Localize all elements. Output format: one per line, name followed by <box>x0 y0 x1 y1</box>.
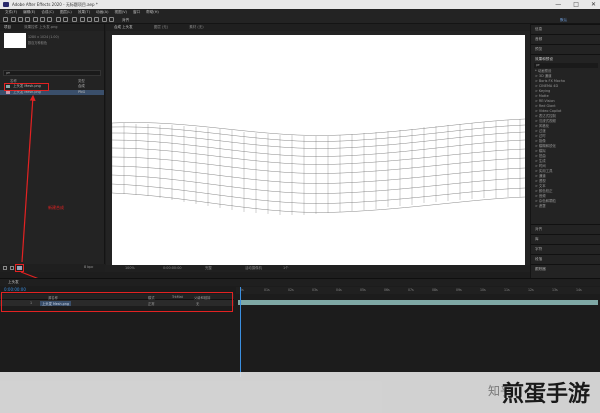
current-time[interactable]: 0:00:00:00 <box>163 265 182 272</box>
ruler-mark: 06s <box>384 288 390 292</box>
panel-effects-presets[interactable]: 效果和预设 <box>531 54 600 62</box>
arrow-to-project-item <box>21 94 36 263</box>
panel-align[interactable]: 对齐 <box>531 224 600 232</box>
ruler-mark: 03s <box>312 288 318 292</box>
panel-paragraph[interactable]: 段落 <box>531 254 600 262</box>
right-panels: 信息 音频 预览 效果和预设 ρ▾ * 动画预设 > 3D 通道 > Boris… <box>530 24 600 278</box>
composition-canvas[interactable] <box>111 35 526 265</box>
panel-character[interactable]: 字符 <box>531 244 600 252</box>
ruler-mark: 13s <box>552 288 558 292</box>
panel-tracker[interactable]: 跟踪器 <box>531 264 600 272</box>
ruler-mark: 02s <box>288 288 294 292</box>
tab-timeline-comp[interactable]: 上头发 <box>8 280 19 285</box>
ruler-mark: 11s <box>504 288 510 292</box>
ruler-mark: 10s <box>480 288 486 292</box>
panel-audio[interactable]: 音频 <box>531 34 600 42</box>
ruler-mark: 09s <box>456 288 462 292</box>
ruler-mark: 04s <box>336 288 342 292</box>
ruler-mark: 12s <box>528 288 534 292</box>
timeline-tabs: 上头发 <box>0 278 600 286</box>
highlight-layer-area <box>1 292 233 312</box>
views-select[interactable]: 1个 <box>283 265 289 272</box>
camera-select[interactable]: 活动摄像机 <box>245 265 262 272</box>
resolution-select[interactable]: 完整 <box>205 265 212 272</box>
ruler-mark: 01s <box>264 288 270 292</box>
watermark-large: 煎蛋手游 <box>502 382 591 407</box>
zoom-level[interactable]: 100% <box>125 265 135 272</box>
playhead[interactable] <box>240 287 241 377</box>
ruler-mark: 07s <box>408 288 414 292</box>
layer-duration-bar[interactable] <box>238 300 598 305</box>
viewer-tabs: 合成 上头发 图层 (无) 素材 (无) <box>106 24 530 31</box>
viewer-controls: 100% 0:00:00:00 完整 活动摄像机 1个 <box>105 265 530 272</box>
panel-preview[interactable]: 预览 <box>531 44 600 52</box>
tab-footage[interactable]: 素材 (无) <box>169 25 203 29</box>
panel-libraries[interactable]: 库 <box>531 234 600 242</box>
time-ruler[interactable]: 0s 01s 02s 03s 04s 05s 06s 07s 08s 09s 1… <box>236 287 600 294</box>
ruler-mark: 08s <box>432 288 438 292</box>
watermark-band: 知乎 煎蛋手游 <box>0 372 600 413</box>
effects-search-input[interactable]: ρ▾ <box>534 63 598 68</box>
ruler-mark: 05s <box>360 288 366 292</box>
mesh-hair-image <box>111 118 526 215</box>
effects-category[interactable]: > 遮罩 <box>535 204 546 209</box>
tab-composition[interactable]: 合成 上头发 <box>106 25 133 29</box>
tab-layer[interactable]: 图层 (无) <box>134 25 168 29</box>
panel-info[interactable]: 信息 <box>531 24 600 32</box>
ruler-mark: 14s <box>576 288 582 292</box>
